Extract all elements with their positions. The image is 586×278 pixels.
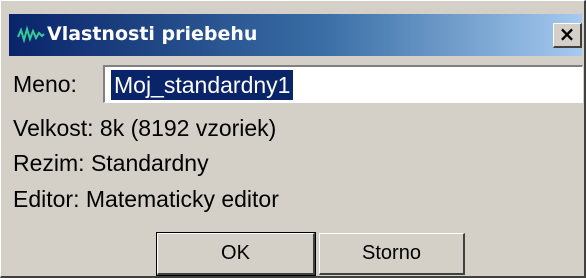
mode-info: Rezim: Standardny [13,150,209,176]
properties-dialog: Vlastnosti priebehu × Meno: Moj_standard… [0,0,586,278]
close-button[interactable]: × [553,23,582,48]
title-bar[interactable]: Vlastnosti priebehu × [9,14,582,56]
cancel-button[interactable]: Storno [319,233,465,275]
size-info: Velkost: 8k (8192 vzoriek) [13,115,277,141]
ok-button[interactable]: OK [156,232,316,276]
editor-info: Editor: Matematicky editor [13,186,279,212]
window-title: Vlastnosti priebehu [47,23,258,45]
name-input-value: Moj_standardny1 [111,70,294,100]
name-input[interactable]: Moj_standardny1 [103,65,583,103]
name-label: Meno: [13,71,77,97]
waveform-icon [17,25,45,45]
close-icon: × [558,22,576,46]
